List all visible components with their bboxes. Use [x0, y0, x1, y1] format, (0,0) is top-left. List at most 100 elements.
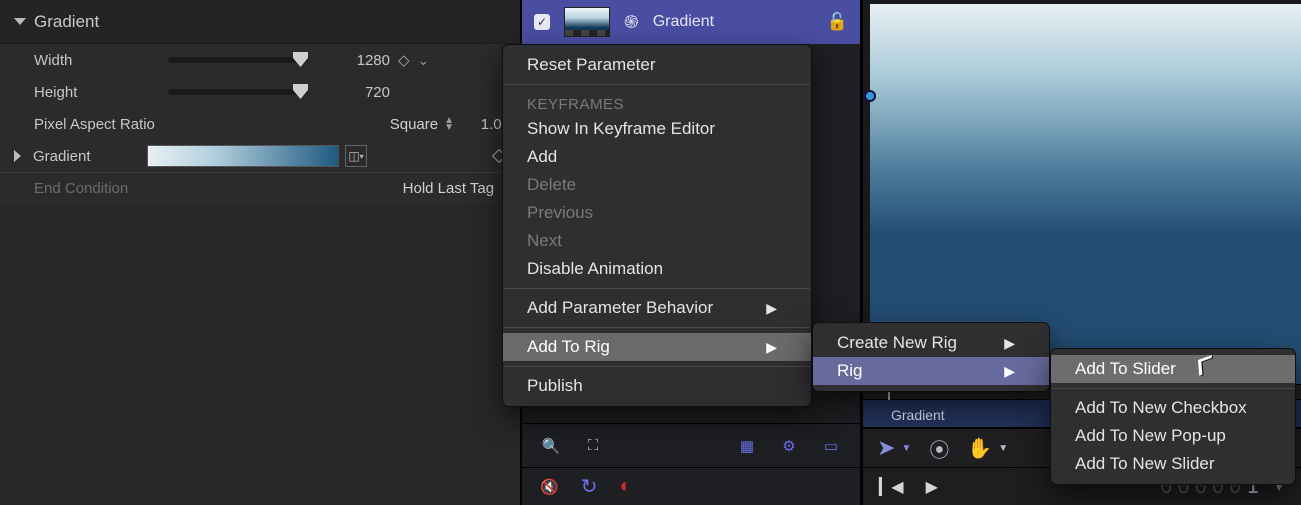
submenu-rig-widgets: Add To Slider Add To New Checkbox Add To… [1050, 348, 1296, 485]
chevron-down-icon[interactable]: ▼ [998, 443, 1008, 454]
layer-row-selected[interactable]: ✓ ֍ Gradient 🔓 [522, 0, 860, 44]
menu-separator [504, 327, 810, 328]
render-icon[interactable]: ▦ [736, 435, 758, 457]
end-condition-dropdown: Hold Last Tag ▲▼ [403, 180, 510, 197]
param-row-end-condition: End Condition Hold Last Tag ▲▼ [0, 172, 520, 204]
display-icon[interactable]: ▭ [820, 435, 842, 457]
end-condition-selected: Hold Last Tag [403, 180, 494, 197]
menu-item-publish[interactable]: Publish [503, 372, 811, 400]
inspector-section-header[interactable]: Gradient [0, 0, 520, 44]
param-row-height: Height 720 [0, 76, 520, 108]
layer-thumbnail[interactable] [564, 7, 610, 37]
3d-transform-icon[interactable]: ⦿ [929, 434, 949, 463]
menu-label: Delete [527, 175, 576, 195]
submenu-arrow-icon: ▶ [766, 339, 777, 356]
param-label: Width [34, 52, 168, 69]
height-value[interactable]: 720 [320, 84, 390, 101]
loop-icon[interactable]: ↻ [581, 474, 598, 499]
par-dropdown[interactable]: Square ▲▼ [390, 116, 454, 133]
menu-item-delete-kf: Delete [503, 171, 811, 199]
menu-label: Previous [527, 203, 593, 223]
menu-label: Add To New Pop-up [1075, 426, 1226, 446]
lock-icon[interactable]: 🔓 [827, 12, 848, 32]
menu-label: Disable Animation [527, 259, 663, 279]
track-label: Gradient [891, 407, 945, 423]
menu-item-add-to-new-slider[interactable]: Add To New Slider [1051, 450, 1295, 478]
menu-label: Add To Rig [527, 337, 610, 357]
inspector-panel: Gradient Width 1280 ◇ ⌄ Height 720 Pixel… [0, 0, 520, 505]
transform-handle-icon[interactable] [864, 90, 876, 102]
menu-label: Rig [837, 361, 863, 381]
menu-separator [504, 84, 810, 85]
param-label: End Condition [34, 180, 168, 197]
param-label: Pixel Aspect Ratio [34, 116, 168, 133]
mid-toolbar-bottom: 🔇 ↻ ◐ [522, 467, 860, 505]
menu-item-show-kf-editor[interactable]: Show In Keyframe Editor [503, 115, 811, 143]
play-icon[interactable]: ▶ [926, 477, 938, 497]
submenu-arrow-icon: ▶ [766, 300, 777, 317]
menu-label: Reset Parameter [527, 55, 656, 75]
submenu-rig: Create New Rig ▶ Rig ▶ [812, 322, 1050, 392]
menu-label: Add To New Checkbox [1075, 398, 1247, 418]
context-menu: Reset Parameter KEYFRAMES Show In Keyfra… [502, 44, 812, 407]
gradient-preset-button[interactable]: ◫▾ [345, 145, 367, 167]
height-slider[interactable] [168, 89, 308, 95]
layer-visibility-checkbox[interactable]: ✓ [534, 14, 550, 30]
menu-item-add-to-new-checkbox[interactable]: Add To New Checkbox [1051, 394, 1295, 422]
menu-item-add-to-rig[interactable]: Add To Rig ▶ [503, 333, 811, 361]
keyframe-reveal-icon[interactable]: ◇ [398, 51, 410, 69]
behavior-icon[interactable]: ֍ [624, 10, 639, 34]
mid-toolbar: 🔍 ⛶ ▦ ⚙ ▭ [522, 423, 860, 467]
slider-knob-icon[interactable] [293, 84, 308, 99]
width-value[interactable]: 1280 [320, 52, 390, 69]
slider-knob-icon[interactable] [293, 52, 308, 67]
disclosure-right-icon[interactable] [14, 150, 21, 162]
disclosure-down-icon[interactable] [14, 18, 26, 25]
gradient-swatch[interactable] [147, 145, 339, 167]
menu-separator [504, 288, 810, 289]
menu-item-disable-animation[interactable]: Disable Animation [503, 255, 811, 283]
menu-label: Add Parameter Behavior [527, 298, 713, 318]
menu-separator [504, 366, 810, 367]
go-to-start-icon[interactable]: ▎◀ [879, 477, 904, 497]
menu-item-next-kf: Next [503, 227, 811, 255]
submenu-arrow-icon: ▶ [1004, 363, 1015, 380]
fit-icon[interactable]: ⛶ [582, 435, 604, 457]
menu-separator [1052, 388, 1294, 389]
menu-label: Add To New Slider [1075, 454, 1215, 474]
menu-section-keyframes: KEYFRAMES [503, 90, 811, 115]
layer-name[interactable]: Gradient [653, 13, 714, 31]
chevron-down-icon[interactable]: ⌄ [418, 52, 430, 69]
menu-label: Next [527, 231, 562, 251]
menu-label: Create New Rig [837, 333, 957, 353]
select-tool-icon[interactable]: ➤ [877, 435, 895, 461]
menu-item-previous-kf: Previous [503, 199, 811, 227]
chevron-down-icon[interactable]: ▼ [901, 443, 911, 454]
menu-label: Show In Keyframe Editor [527, 119, 715, 139]
mute-icon[interactable]: 🔇 [540, 478, 559, 496]
menu-item-add-kf[interactable]: Add [503, 143, 811, 171]
updown-arrows-icon: ▲▼ [444, 117, 454, 131]
menu-item-add-parameter-behavior[interactable]: Add Parameter Behavior ▶ [503, 294, 811, 322]
menu-item-add-to-slider[interactable]: Add To Slider [1051, 355, 1295, 383]
inspector-body: Width 1280 ◇ ⌄ Height 720 Pixel Aspect R… [0, 44, 520, 204]
par-selected: Square [390, 116, 438, 133]
width-slider[interactable] [168, 57, 308, 63]
param-label: Height [34, 84, 168, 101]
param-row-par: Pixel Aspect Ratio Square ▲▼ 1.00 [0, 108, 520, 140]
submenu-arrow-icon: ▶ [1004, 335, 1015, 352]
record-icon[interactable]: ◐ [619, 475, 631, 498]
menu-item-rig[interactable]: Rig ▶ [813, 357, 1049, 385]
menu-label: Add [527, 147, 557, 167]
menu-label: Publish [527, 376, 583, 396]
menu-item-create-new-rig[interactable]: Create New Rig ▶ [813, 329, 1049, 357]
pan-tool-icon[interactable]: ✋ [967, 436, 992, 461]
gear-icon[interactable]: ⚙ [778, 435, 800, 457]
section-title: Gradient [34, 12, 99, 32]
menu-label: Add To Slider [1075, 359, 1176, 379]
menu-item-reset[interactable]: Reset Parameter [503, 51, 811, 79]
menu-item-add-to-new-popup[interactable]: Add To New Pop-up [1051, 422, 1295, 450]
search-icon[interactable]: 🔍 [540, 435, 562, 457]
param-label: Gradient [33, 148, 147, 165]
param-row-width: Width 1280 ◇ ⌄ [0, 44, 520, 76]
